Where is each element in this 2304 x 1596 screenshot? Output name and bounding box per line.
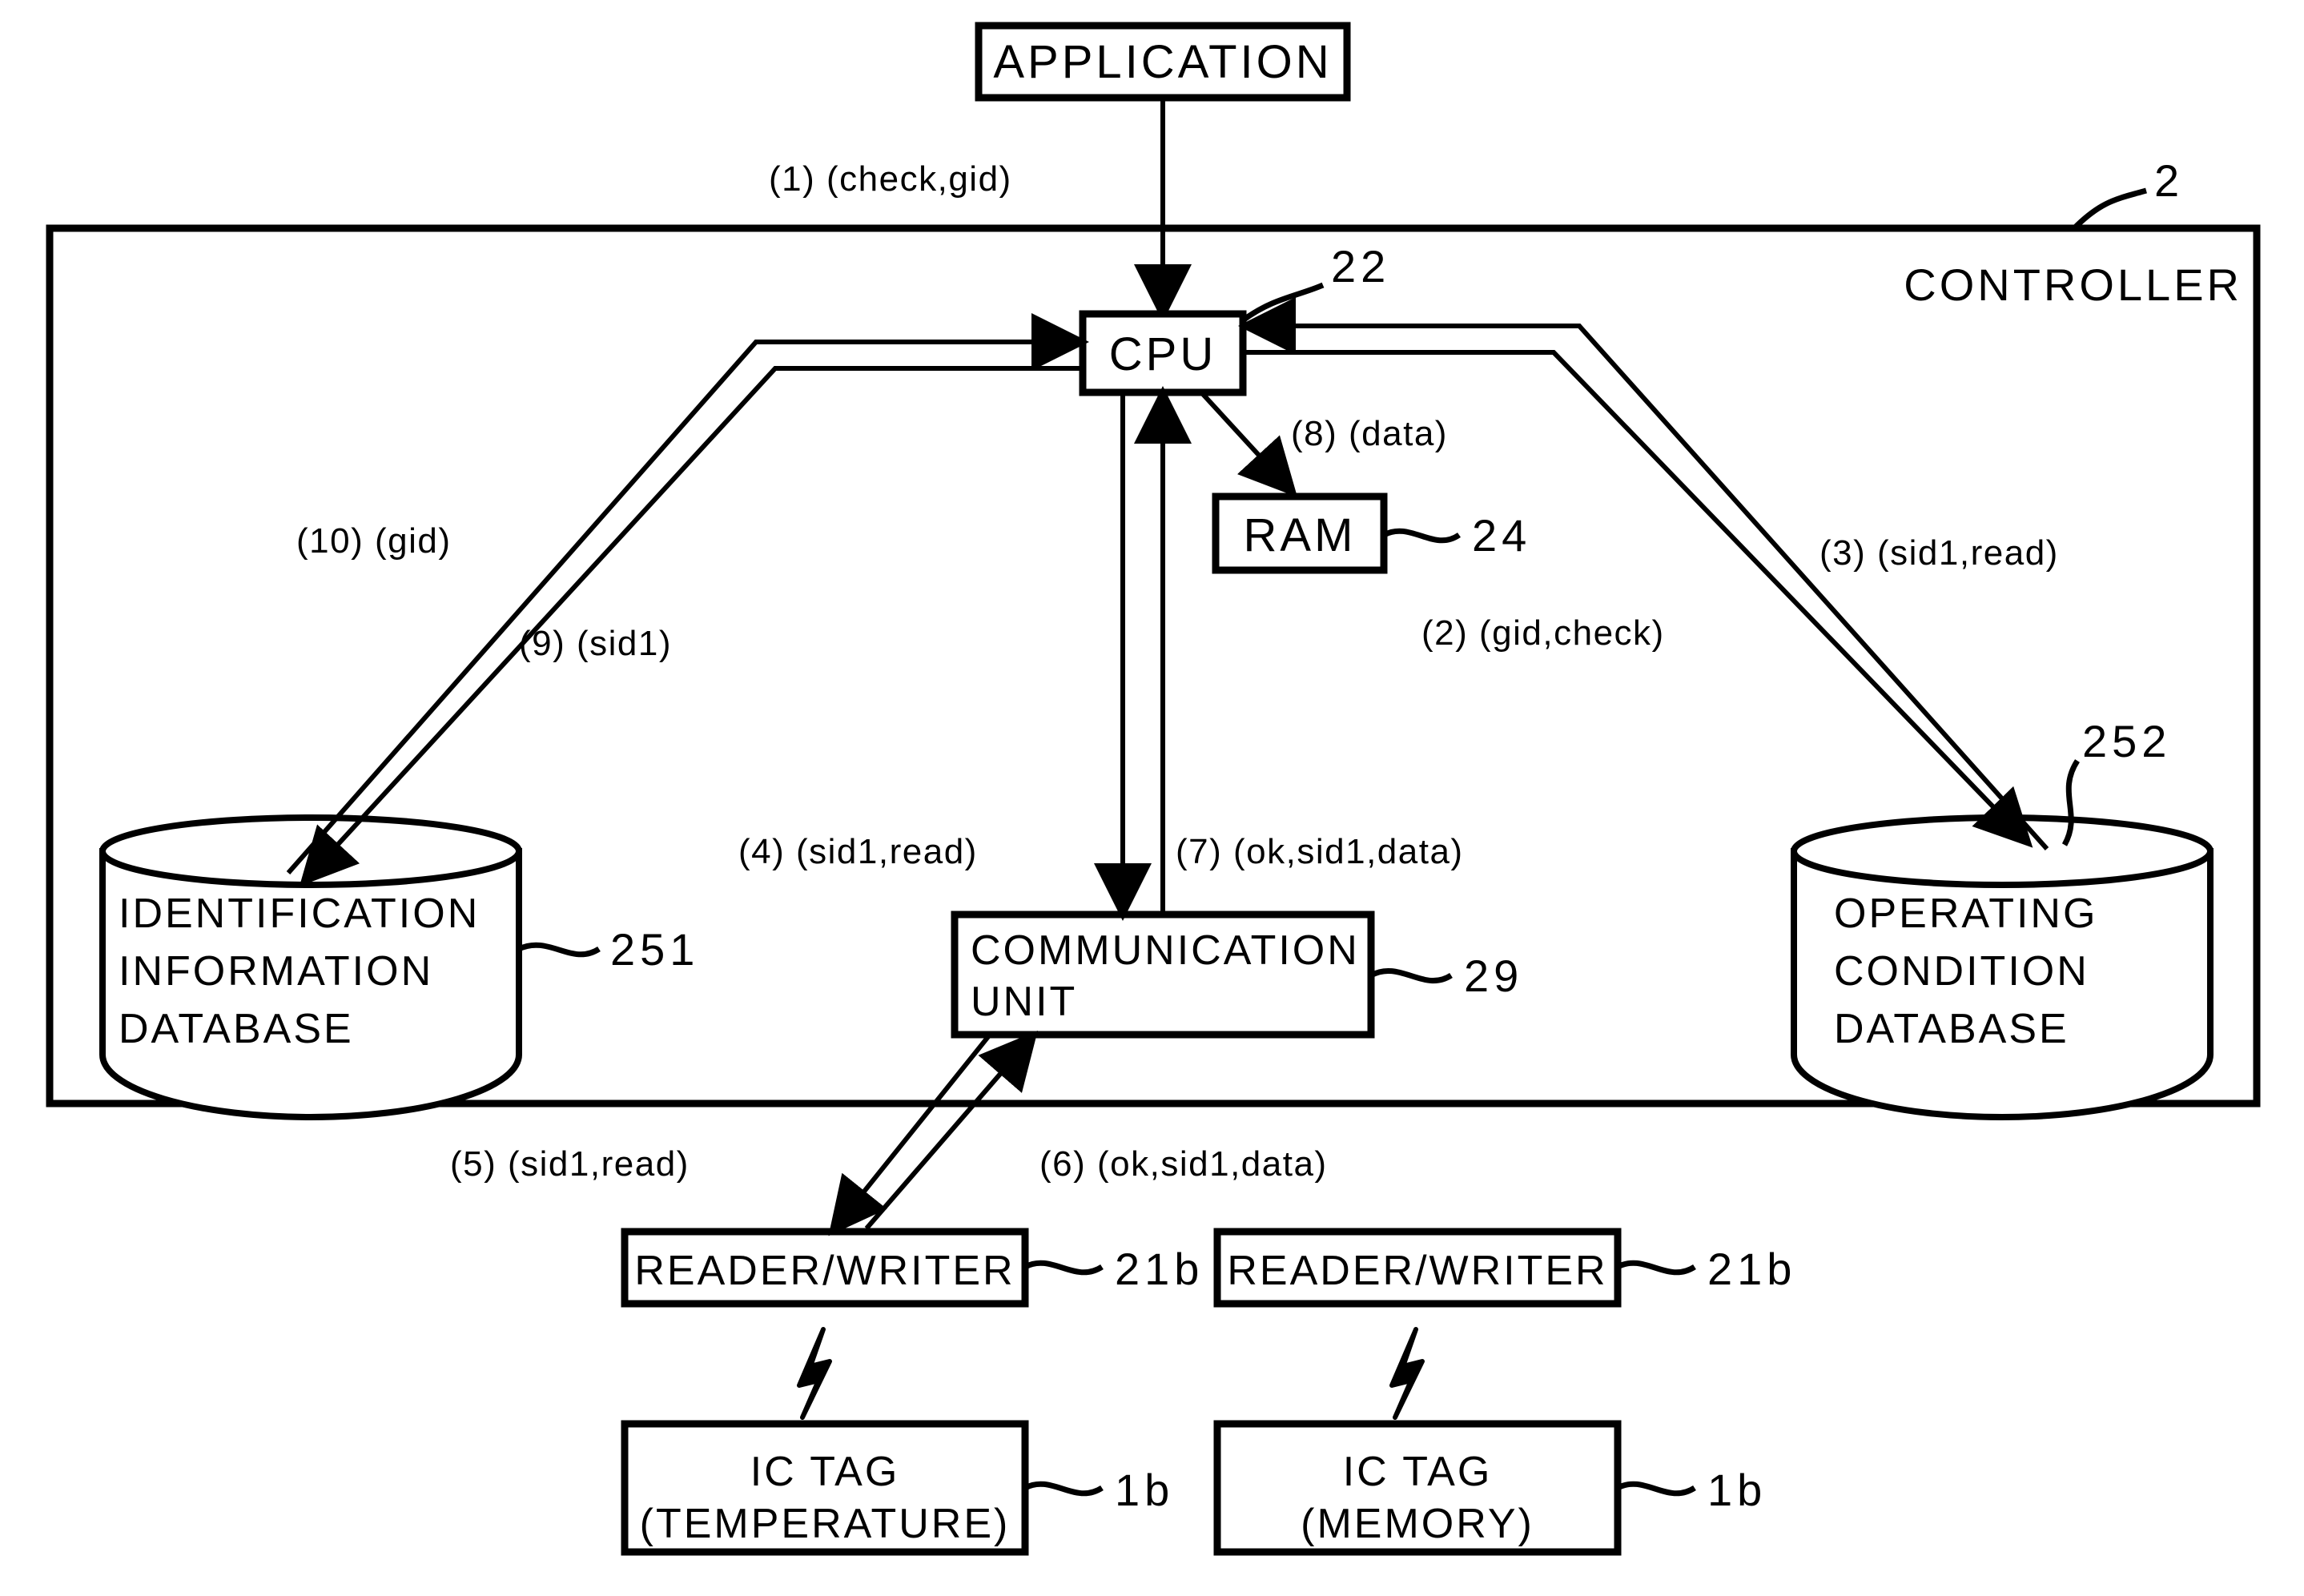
- operating-db-ref: 252: [2082, 716, 2171, 766]
- patent-figure-diagram: CONTROLLER 2 APPLICATION CPU 22 RAM 24 C…: [46, 22, 2261, 1556]
- flow-label-step-2: (2) (gid,check): [1421, 613, 1665, 653]
- ram-label: RAM: [1244, 509, 1357, 561]
- operating-db-label-line1: OPERATING: [1834, 890, 2097, 937]
- flow-label-step-5: (5) (sid1,read): [450, 1144, 690, 1184]
- lightning-bolt-icon: [797, 1327, 832, 1420]
- communication-unit-label-line2: UNIT: [971, 979, 1077, 1025]
- ic-tag-temperature-ref: 1b: [1115, 1465, 1174, 1515]
- reader-writer-right-label: READER/WRITER: [1227, 1248, 1607, 1294]
- flow-label-step-6: (6) (ok,sid1,data): [1039, 1144, 1328, 1184]
- lightning-bolt-icon: [1389, 1327, 1425, 1420]
- ic-tag-temperature-label-line2: (TEMPERATURE): [640, 1501, 1011, 1547]
- cpu-ref: 22: [1331, 241, 1390, 291]
- ic-tag-memory-label-line1: IC TAG: [1343, 1449, 1493, 1495]
- flow-label-step-9: (9) (sid1): [519, 624, 672, 663]
- reader-writer-left-ref: 21b: [1115, 1244, 1204, 1294]
- connector-commu-to-reader-writer: [828, 1030, 1038, 1236]
- communication-unit-label-line1: COMMUNICATION: [971, 927, 1360, 974]
- connector-cpu-to-ram: [1199, 390, 1298, 497]
- reader-writer-right-ref: 21b: [1707, 1244, 1796, 1294]
- flow-label-step-1: (1) (check,gid): [769, 159, 1012, 199]
- identification-db-label-line3: DATABASE: [119, 1006, 354, 1052]
- flow-label-step-7: (7) (ok,sid1,data): [1176, 832, 1464, 871]
- reader-writer-left-label: READER/WRITER: [634, 1248, 1015, 1294]
- identification-db-label-line2: INFORMATION: [119, 948, 433, 995]
- ic-tag-memory-ref: 1b: [1707, 1465, 1767, 1515]
- flow-label-step-8: (8) (data): [1291, 414, 1448, 453]
- connector-cpu-to-operating-db: [1238, 297, 2049, 850]
- connector-cpu-to-identification-db: [286, 313, 1089, 886]
- flow-label-step-3: (3) (sid1,read): [1819, 533, 2059, 573]
- ram-ref: 24: [1472, 510, 1531, 561]
- operating-db-label-line3: DATABASE: [1834, 1006, 2069, 1052]
- controller-label: CONTROLLER: [1904, 259, 2242, 310]
- identification-db-label-line1: IDENTIFICATION: [119, 890, 480, 937]
- application-label: APPLICATION: [993, 36, 1332, 88]
- flow-label-step-4: (4) (sid1,read): [738, 832, 978, 871]
- cpu-label: CPU: [1109, 328, 1216, 380]
- figure-canvas: CONTROLLER 2 APPLICATION CPU 22 RAM 24 C…: [0, 0, 2304, 1596]
- identification-db-ref: 251: [610, 924, 699, 975]
- ic-tag-memory-label-line2: (MEMORY): [1301, 1501, 1534, 1547]
- operating-db-label-line2: CONDITION: [1834, 948, 2089, 995]
- connector-cpu-to-commu: [1094, 386, 1192, 921]
- controller-ref: 2: [2154, 155, 2184, 206]
- communication-unit-ref: 29: [1464, 951, 1523, 1001]
- ic-tag-temperature-label-line1: IC TAG: [750, 1449, 900, 1495]
- flow-label-step-10: (10) (gid): [296, 521, 452, 561]
